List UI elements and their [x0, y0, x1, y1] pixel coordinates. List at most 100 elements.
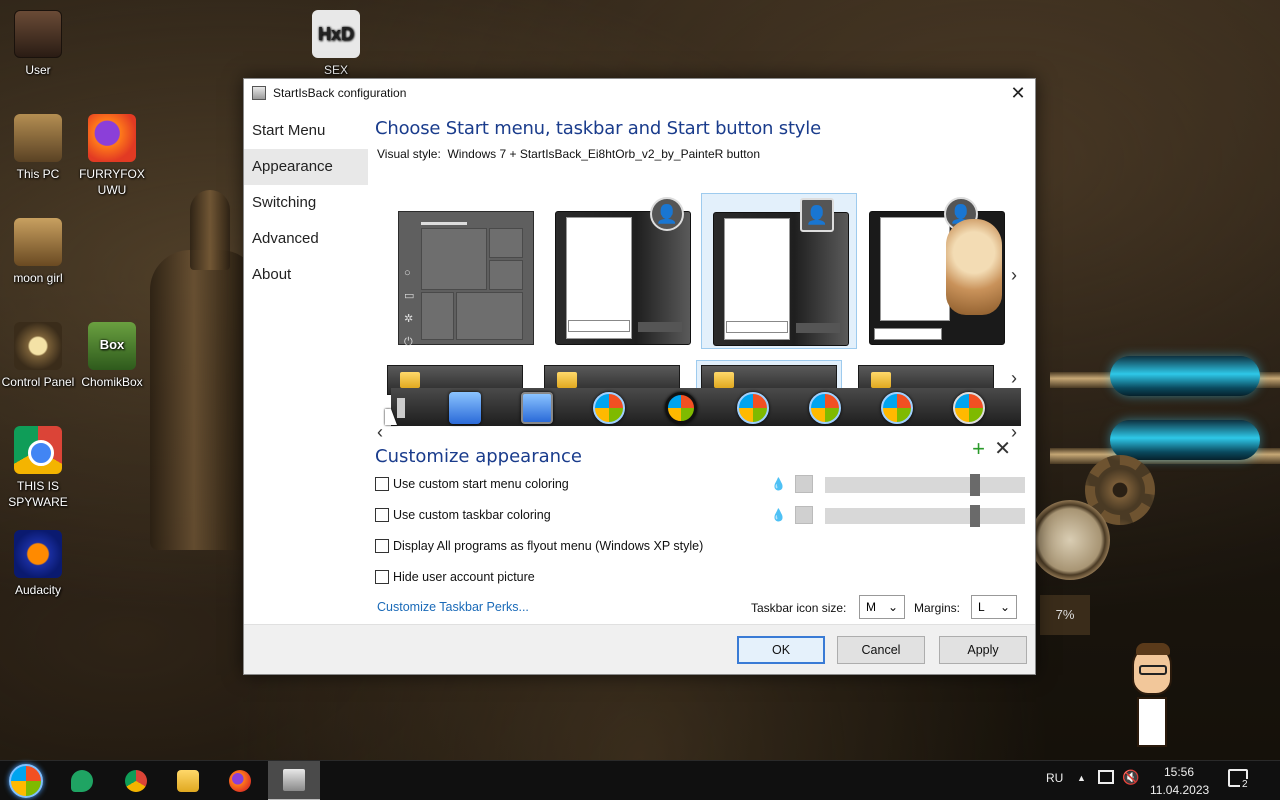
option-label: Display All programs as flyout menu (Win… — [393, 539, 704, 553]
hxd-editor-icon: HxD — [312, 10, 360, 58]
taskbar-app-startisback[interactable] — [268, 761, 320, 800]
user-avatar-icon: 👤 — [650, 197, 684, 231]
margins-select[interactable]: L ⌄ — [971, 595, 1017, 619]
desktop-icon-moon-girl[interactable]: moon girl — [0, 218, 76, 286]
color-drop-icon: 💧 — [771, 477, 786, 491]
wallpaper-gauge — [1030, 500, 1110, 580]
language-indicator[interactable]: RU — [1046, 771, 1063, 785]
dialog-footer: OK Cancel Apply — [244, 624, 1035, 674]
notification-count-badge: 2 — [1240, 779, 1250, 790]
start-menu-style-win7-dark[interactable]: 👤 — [544, 193, 700, 349]
control-panel-icon — [14, 322, 62, 370]
chat-app-icon — [71, 770, 93, 792]
customize-taskbar-perks-link[interactable]: Customize Taskbar Perks... — [377, 600, 529, 614]
start-menu-style-vista[interactable]: 👤 — [858, 193, 1014, 349]
orb-scroll-handle[interactable] — [397, 398, 405, 418]
gallery-next-arrow[interactable]: › — [1011, 265, 1017, 286]
visual-style-label: Visual style: — [377, 147, 441, 161]
firefox-icon — [229, 770, 251, 792]
chevron-down-icon: ⌄ — [887, 600, 898, 614]
hamster-sticker-icon — [946, 219, 1002, 315]
clock-time[interactable]: 15:56 — [1164, 765, 1194, 779]
win7-menu-preview — [555, 211, 691, 345]
color-swatch[interactable] — [795, 475, 813, 493]
start-button-orb-6[interactable] — [809, 392, 841, 424]
start-button-orb-3[interactable] — [593, 392, 625, 424]
start-button-orb-7[interactable] — [881, 392, 913, 424]
option-custom-start-menu-coloring[interactable]: Use custom start menu coloring — [375, 477, 569, 491]
color-swatch[interactable] — [795, 506, 813, 524]
close-button[interactable]: ✕ — [1001, 79, 1035, 107]
title-bar[interactable]: StartIsBack configuration ✕ — [244, 79, 1035, 107]
chrome-icon — [14, 426, 62, 474]
opacity-slider[interactable] — [825, 505, 1025, 527]
desktop-icon-control-panel[interactable]: Control Panel — [0, 322, 76, 390]
folder-icon — [177, 770, 199, 792]
remove-icon[interactable]: ✕ — [994, 436, 1011, 461]
start-button-orb-8[interactable] — [953, 392, 985, 424]
apply-button[interactable]: Apply — [939, 636, 1027, 664]
checkbox[interactable] — [375, 539, 389, 553]
option-flyout-all-programs[interactable]: Display All programs as flyout menu (Win… — [375, 539, 703, 553]
taskbar-app-chrome[interactable] — [110, 761, 162, 800]
volume-muted-icon[interactable]: 🔇 — [1122, 769, 1139, 786]
startisback-config-dialog: StartIsBack configuration ✕ Start Menu A… — [243, 78, 1036, 675]
option-hide-user-picture[interactable]: Hide user account picture — [375, 570, 535, 584]
taskbar-next-arrow[interactable]: › — [1011, 368, 1017, 389]
tray-overflow-icon[interactable]: ▲ — [1077, 773, 1086, 783]
option-label: Use custom start menu coloring — [393, 477, 569, 491]
chrome-icon — [125, 770, 147, 792]
slider-thumb[interactable] — [970, 474, 980, 496]
desktop-icon-label: ChomikBox — [81, 375, 143, 389]
color-drop-icon: 💧 — [771, 508, 786, 522]
ok-button[interactable]: OK — [737, 636, 825, 664]
taskbar-app-sheets[interactable] — [56, 761, 108, 800]
taskbar-app-firefox[interactable] — [214, 761, 266, 800]
add-icon[interactable]: + — [972, 436, 985, 462]
app-icon — [252, 86, 266, 100]
slider-thumb[interactable] — [970, 505, 980, 527]
nav-item-about[interactable]: About — [244, 257, 368, 293]
desktop-icon-firefox[interactable]: FURRYFOX UWU — [74, 114, 150, 198]
cancel-button[interactable]: Cancel — [837, 636, 925, 664]
start-button-selected[interactable] — [521, 392, 553, 424]
checkbox[interactable] — [375, 477, 389, 491]
sidebar-nav: Start Menu Appearance Switching Advanced… — [244, 113, 368, 293]
desktop-icon-this-pc[interactable]: This PC — [0, 114, 76, 182]
clock-date[interactable]: 11.04.2023 — [1150, 783, 1209, 797]
checkbox[interactable] — [375, 570, 389, 584]
wallpaper-gauge-label: 7% — [1040, 595, 1090, 635]
nav-item-appearance[interactable]: Appearance — [244, 149, 368, 185]
folder-icon — [871, 372, 891, 388]
orb-prev-arrow[interactable]: ‹ — [377, 422, 383, 443]
mouse-cursor-icon — [385, 409, 397, 425]
network-icon[interactable] — [1098, 770, 1114, 784]
archive-icon — [14, 218, 62, 266]
desktop-icon-user[interactable]: User — [0, 10, 76, 78]
opacity-slider[interactable] — [825, 474, 1025, 496]
start-button-win8[interactable] — [449, 392, 481, 424]
checkbox[interactable] — [375, 508, 389, 522]
start-button-orb-4[interactable] — [665, 392, 697, 424]
computer-icon — [14, 114, 62, 162]
start-button[interactable] — [0, 761, 52, 800]
desktop-icon-sex[interactable]: HxD SEX — [298, 10, 374, 78]
start-button-orb-5[interactable] — [737, 392, 769, 424]
visual-style-line: Visual style: Windows 7 + StartIsBack_Ei… — [377, 147, 1023, 161]
start-menu-style-win7-selected[interactable]: 👤 — [701, 193, 857, 349]
start-menu-style-win10[interactable]: ○ ▭ ✲ ⏻ — [387, 193, 543, 349]
desktop-icon-chomikbox[interactable]: Box ChomikBox — [74, 322, 150, 390]
nav-item-start-menu[interactable]: Start Menu — [244, 113, 368, 149]
option-custom-taskbar-coloring[interactable]: Use custom taskbar coloring — [375, 508, 551, 522]
taskbar-app-explorer[interactable] — [162, 761, 214, 800]
content-pane: Choose Start menu, taskbar and Start but… — [375, 107, 1023, 442]
desktop-icon-chrome[interactable]: THIS IS SPYWARE — [0, 426, 76, 510]
folder-icon — [714, 372, 734, 388]
desktop-icon-audacity[interactable]: Audacity — [0, 530, 76, 598]
desktop-icon-label: Control Panel — [1, 375, 75, 389]
nav-item-switching[interactable]: Switching — [244, 185, 368, 221]
desktop-icon-label: FURRYFOX UWU — [79, 167, 145, 197]
icon-size-select[interactable]: M ⌄ — [859, 595, 905, 619]
wallpaper-tube — [1110, 356, 1260, 396]
nav-item-advanced[interactable]: Advanced — [244, 221, 368, 257]
